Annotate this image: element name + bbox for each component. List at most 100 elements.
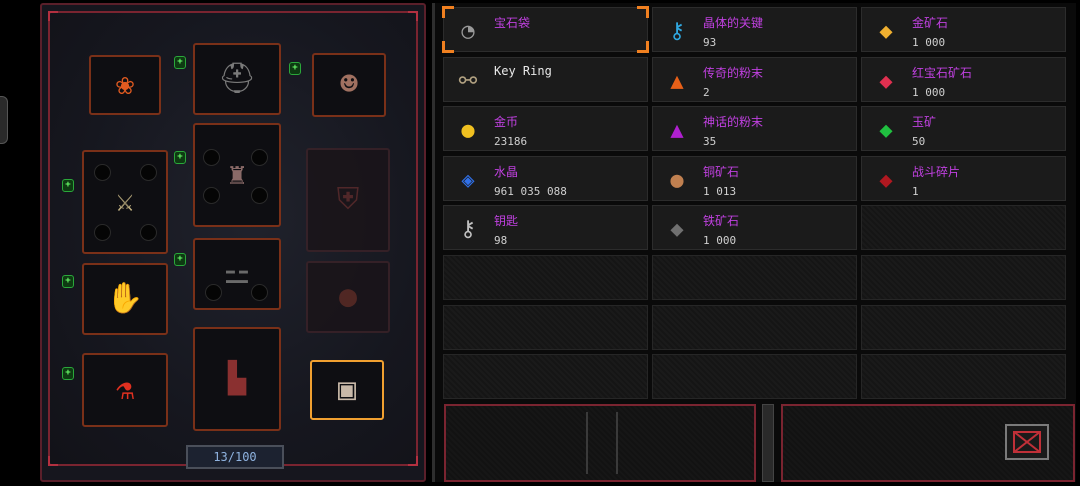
item-name: 钥匙 bbox=[494, 214, 519, 228]
chest-armor-slot[interactable]: ♜ bbox=[193, 123, 281, 227]
inventory-item[interactable]: ◆ 战斗碎片 1 bbox=[861, 156, 1066, 201]
treasure-chest-icon: ▣ bbox=[337, 372, 357, 407]
item-name: 战斗碎片 bbox=[912, 165, 961, 179]
legendary-powder-icon: ▲ bbox=[670, 68, 684, 94]
crystal-key-icon: ⚷ bbox=[668, 18, 686, 44]
weapon-icon: ⚔ bbox=[115, 184, 135, 219]
jade-ore-icon: ◆ bbox=[879, 117, 893, 143]
add-socket-button[interactable]: + bbox=[62, 179, 74, 192]
helmet-icon: ⛑ bbox=[217, 61, 257, 96]
crystal-icon: ◈ bbox=[461, 167, 475, 193]
add-socket-button[interactable]: + bbox=[289, 62, 301, 75]
empty-inventory-slot[interactable] bbox=[652, 354, 857, 399]
item-count: 1 000 bbox=[912, 86, 946, 99]
add-socket-button[interactable]: + bbox=[62, 275, 74, 288]
item-count: 1 bbox=[912, 185, 919, 198]
helmet-slot[interactable]: ⛑ bbox=[193, 43, 281, 115]
add-socket-button[interactable]: + bbox=[174, 151, 186, 164]
empty-inventory-slot[interactable] bbox=[861, 205, 1066, 250]
inventory-item[interactable]: ◆ 红宝石矿石 1 000 bbox=[861, 57, 1066, 102]
item-count: 2 bbox=[703, 86, 710, 99]
inventory-item[interactable]: ▲ 传奇的粉末 2 bbox=[652, 57, 857, 102]
inventory-item[interactable]: ◆ 玉矿 50 bbox=[861, 106, 1066, 151]
gloves-slot[interactable]: ✋ bbox=[82, 263, 168, 335]
selection-bracket bbox=[442, 6, 454, 18]
inventory-item[interactable]: ⚯ Key Ring bbox=[443, 57, 648, 102]
item-name: 玉矿 bbox=[912, 115, 937, 129]
empty-inventory-slot[interactable] bbox=[443, 354, 648, 399]
item-count: 35 bbox=[703, 135, 717, 148]
selection-bracket bbox=[637, 41, 649, 53]
add-socket-button[interactable]: + bbox=[62, 367, 74, 380]
empty-inventory-slot[interactable] bbox=[861, 354, 1066, 399]
amulet-slot[interactable]: ❀ bbox=[89, 55, 161, 115]
item-name: 红宝石矿石 bbox=[912, 66, 973, 80]
empty-inventory-slot[interactable] bbox=[652, 305, 857, 350]
side-drawer-handle[interactable] bbox=[0, 96, 8, 144]
belt-slot[interactable]: ⚍ bbox=[193, 238, 281, 310]
delete-button[interactable] bbox=[1005, 424, 1049, 460]
close-icon bbox=[1013, 431, 1041, 453]
item-name: 金币 bbox=[494, 115, 519, 129]
item-name: 晶体的关键 bbox=[703, 16, 764, 30]
gloves-icon: ✋ bbox=[106, 281, 144, 316]
inventory-scrollbar[interactable] bbox=[762, 404, 774, 482]
item-count: 50 bbox=[912, 135, 926, 148]
chest-armor-icon: ♜ bbox=[227, 157, 247, 192]
inventory-item[interactable]: ◆ 金矿石 1 000 bbox=[861, 7, 1066, 52]
item-name: 铜矿石 bbox=[703, 165, 740, 179]
item-name: 金矿石 bbox=[912, 16, 949, 30]
item-count: 98 bbox=[494, 234, 508, 247]
item-count: 23186 bbox=[494, 135, 528, 148]
inventory-item[interactable]: ◆ 铁矿石 1 000 bbox=[652, 205, 857, 250]
item-count: 961 035 088 bbox=[494, 185, 567, 198]
empty-inventory-slot[interactable] bbox=[861, 305, 1066, 350]
treasure-chest-slot[interactable]: ▣ bbox=[310, 360, 384, 420]
item-name: 宝石袋 bbox=[494, 16, 531, 30]
add-socket-button[interactable]: + bbox=[174, 253, 186, 266]
mythic-powder-icon: ▲ bbox=[670, 117, 684, 143]
battle-shard-icon: ◆ bbox=[879, 167, 893, 193]
potion-slot[interactable]: ⚗ bbox=[82, 353, 168, 427]
selection-bracket bbox=[637, 6, 649, 18]
inventory-item[interactable]: ◔ 宝石袋 bbox=[442, 6, 649, 53]
inventory-item[interactable]: ⚷ 晶体的关键 93 bbox=[652, 7, 857, 52]
belt-icon: ⚍ bbox=[223, 256, 251, 291]
item-name: 传奇的粉末 bbox=[703, 66, 764, 80]
item-name: 铁矿石 bbox=[703, 214, 740, 228]
equipment-panel: ❀ + ⛑ + ☻ + ⚔ + ♜ ⛨ + ⚍ + ✋ ● + ⚗ ▙ ▣ bbox=[40, 3, 426, 482]
boots-slot[interactable]: ▙ bbox=[193, 327, 281, 431]
empty-inventory-slot[interactable] bbox=[443, 305, 648, 350]
item-count: 1 000 bbox=[912, 36, 946, 49]
inventory-item[interactable]: ● 铜矿石 1 013 bbox=[652, 156, 857, 201]
ring-slot[interactable]: ● bbox=[306, 261, 390, 333]
inventory-item[interactable]: ⚷ 钥匙 98 bbox=[443, 205, 648, 250]
potion-icon: ⚗ bbox=[115, 372, 135, 407]
item-name: 神话的粉末 bbox=[703, 115, 764, 129]
item-action-area bbox=[444, 404, 756, 482]
empty-inventory-slot[interactable] bbox=[861, 255, 1066, 300]
action-divider bbox=[586, 412, 618, 474]
key-ring-icon: ⚯ bbox=[458, 68, 478, 94]
ring-icon: ● bbox=[338, 279, 358, 314]
mask-icon: ☻ bbox=[339, 67, 359, 102]
key-icon: ⚷ bbox=[459, 216, 477, 242]
inventory-item[interactable]: ◈ 水晶 961 035 088 bbox=[443, 156, 648, 201]
gem-bag-icon: ◔ bbox=[461, 18, 475, 44]
shield-slot[interactable]: ⛨ bbox=[306, 148, 390, 252]
mask-slot[interactable]: ☻ bbox=[312, 53, 386, 117]
inventory-capacity: 13/100 bbox=[186, 445, 284, 469]
iron-ore-icon: ◆ bbox=[670, 216, 684, 242]
shield-icon: ⛨ bbox=[336, 182, 360, 217]
inventory-item[interactable]: ▲ 神话的粉末 35 bbox=[652, 106, 857, 151]
empty-inventory-slot[interactable] bbox=[443, 255, 648, 300]
add-socket-button[interactable]: + bbox=[174, 56, 186, 69]
selection-bracket bbox=[442, 41, 454, 53]
empty-inventory-slot[interactable] bbox=[652, 255, 857, 300]
boots-icon: ▙ bbox=[227, 361, 247, 396]
gold-ore-icon: ◆ bbox=[879, 18, 893, 44]
inventory-item[interactable]: ● 金币 23186 bbox=[443, 106, 648, 151]
amulet-icon: ❀ bbox=[115, 67, 135, 102]
item-count: 93 bbox=[703, 36, 717, 49]
weapon-slot[interactable]: ⚔ bbox=[82, 150, 168, 254]
